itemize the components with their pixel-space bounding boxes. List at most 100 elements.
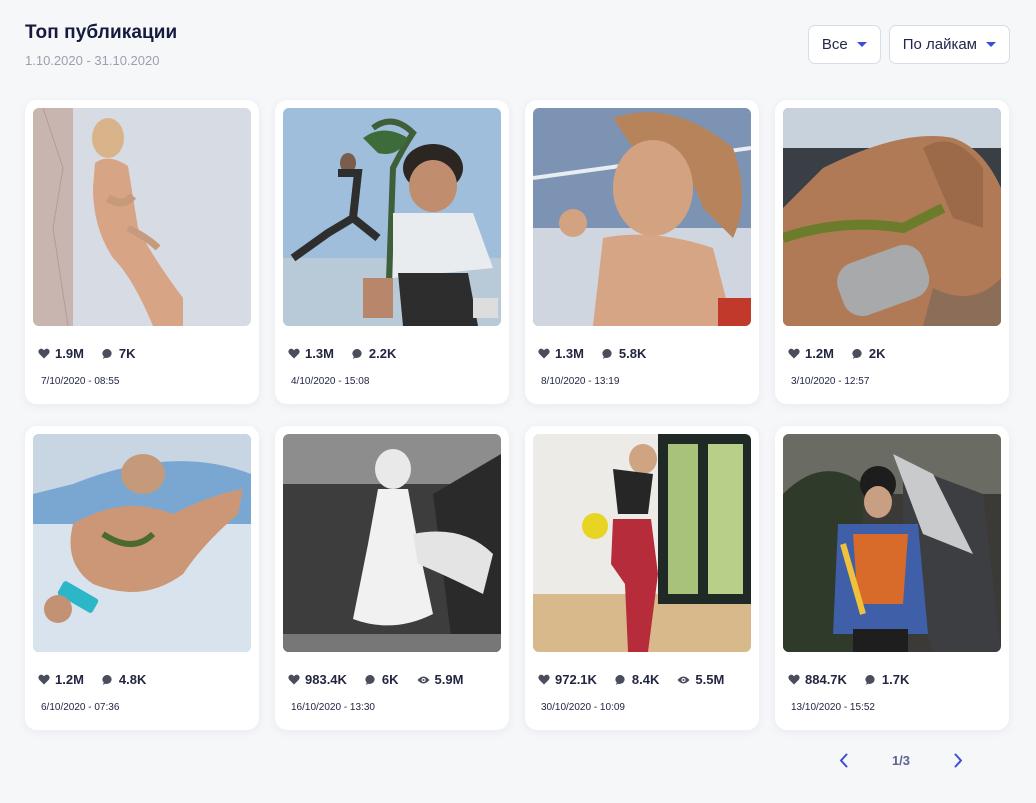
comments-count: 5.8K: [618, 346, 647, 361]
views-stat: 5.9M: [417, 672, 464, 687]
likes-count: 1.3M: [305, 346, 334, 361]
post-image: [533, 108, 751, 326]
comment-icon: [365, 674, 375, 685]
type-filter-label: Все: [821, 36, 848, 53]
filter-controls: Все По лайкам: [807, 25, 1010, 64]
post-image: [783, 434, 1001, 652]
heart-icon: [288, 348, 300, 359]
post-image: [283, 108, 501, 326]
likes-stat: 1.3M: [538, 346, 584, 361]
likes-count: 1.2M: [805, 346, 834, 361]
post-stats: 1.2M 2K: [783, 346, 1001, 361]
likes-stat: 884.7K: [788, 672, 847, 687]
post-image: [533, 434, 751, 652]
post-card[interactable]: 1.3M 2.2K 4/10/2020 - 15:08: [275, 100, 509, 404]
likes-stat: 1.2M: [38, 672, 84, 687]
views-count: 5.9M: [434, 672, 464, 687]
post-thumbnail[interactable]: [783, 434, 1001, 652]
post-card[interactable]: 1.2M 2K 3/10/2020 - 12:57: [775, 100, 1009, 404]
comments-stat: 6K: [365, 672, 399, 687]
prev-page-button[interactable]: [836, 752, 850, 768]
comment-icon: [602, 348, 612, 359]
pagination: 1/3: [836, 752, 966, 768]
comments-count: 6K: [381, 672, 399, 687]
heart-icon: [538, 348, 550, 359]
post-date: 16/10/2020 - 13:30: [291, 702, 375, 713]
post-stats: 972.1K 8.4K 5.5M: [533, 672, 751, 687]
comments-count: 2.2K: [368, 346, 397, 361]
page-indicator: 1/3: [891, 752, 911, 768]
caret-down-icon: [856, 42, 867, 47]
likes-count: 1.9M: [55, 346, 84, 361]
post-date: 6/10/2020 - 07:36: [41, 702, 120, 713]
post-stats: 983.4K 6K 5.9M: [283, 672, 501, 687]
post-card[interactable]: 1.2M 4.8K 6/10/2020 - 07:36: [25, 426, 259, 730]
post-stats: 1.3M 2.2K: [283, 346, 501, 361]
likes-stat: 1.9M: [38, 346, 84, 361]
caret-down-icon: [986, 42, 996, 47]
post-thumbnail[interactable]: [283, 434, 501, 652]
views-stat: 5.5M: [677, 672, 724, 687]
post-stats: 884.7K 1.7K: [783, 672, 1001, 687]
likes-count: 1.3M: [555, 346, 584, 361]
post-card[interactable]: 1.9M 7K 7/10/2020 - 08:55: [25, 100, 259, 404]
post-card[interactable]: 983.4K 6K 5.9M 16/10/2020 - 13:30: [275, 426, 509, 730]
post-thumbnail[interactable]: [783, 108, 1001, 326]
chevron-right-icon: [954, 753, 963, 767]
comments-stat: 4.8K: [102, 672, 146, 687]
comment-icon: [865, 674, 875, 685]
heart-icon: [288, 674, 300, 685]
heart-icon: [538, 674, 550, 685]
likes-stat: 972.1K: [538, 672, 597, 687]
comments-stat: 8.4K: [615, 672, 659, 687]
comment-icon: [352, 348, 362, 359]
likes-count: 972.1K: [555, 672, 597, 687]
likes-count: 983.4K: [305, 672, 347, 687]
post-image: [33, 108, 251, 326]
post-stats: 1.3M 5.8K: [533, 346, 751, 361]
post-thumbnail[interactable]: [33, 108, 251, 326]
sort-label: По лайкам: [902, 36, 977, 53]
post-image: [283, 434, 501, 652]
heart-icon: [788, 348, 800, 359]
type-filter-dropdown[interactable]: Все: [807, 25, 881, 64]
views-count: 5.5M: [695, 672, 725, 687]
comments-count: 2K: [868, 346, 886, 361]
post-date: 8/10/2020 - 13:19: [541, 376, 620, 387]
comment-icon: [102, 674, 112, 685]
next-page-button[interactable]: [952, 752, 966, 768]
eye-icon: [677, 676, 690, 683]
posts-grid: 1.9M 7K 7/10/2020 - 08:55 1.3M 2.2K 4/10…: [25, 100, 1009, 730]
heart-icon: [38, 674, 50, 685]
post-card[interactable]: 1.3M 5.8K 8/10/2020 - 13:19: [525, 100, 759, 404]
comments-count: 8.4K: [631, 672, 660, 687]
post-thumbnail[interactable]: [533, 434, 751, 652]
date-range: 1.10.2020 - 31.10.2020: [25, 53, 160, 68]
comments-stat: 5.8K: [602, 346, 646, 361]
post-date: 7/10/2020 - 08:55: [41, 376, 120, 387]
eye-icon: [417, 676, 430, 683]
likes-count: 884.7K: [805, 672, 847, 687]
post-date: 30/10/2020 - 10:09: [541, 702, 625, 713]
post-card[interactable]: 972.1K 8.4K 5.5M 30/10/2020 - 10:09: [525, 426, 759, 730]
comments-count: 7K: [118, 346, 136, 361]
post-thumbnail[interactable]: [283, 108, 501, 326]
post-thumbnail[interactable]: [533, 108, 751, 326]
page-title: Топ публикации: [25, 22, 178, 43]
post-image: [783, 108, 1001, 326]
comment-icon: [102, 348, 112, 359]
comment-icon: [615, 674, 625, 685]
sort-dropdown[interactable]: По лайкам: [888, 25, 1010, 64]
comments-count: 1.7K: [881, 672, 910, 687]
post-stats: 1.9M 7K: [33, 346, 251, 361]
post-date: 3/10/2020 - 12:57: [791, 376, 870, 387]
post-date: 4/10/2020 - 15:08: [291, 376, 370, 387]
comment-icon: [852, 348, 862, 359]
likes-stat: 1.2M: [788, 346, 834, 361]
comments-stat: 7K: [102, 346, 136, 361]
post-card[interactable]: 884.7K 1.7K 13/10/2020 - 15:52: [775, 426, 1009, 730]
likes-stat: 983.4K: [288, 672, 347, 687]
heart-icon: [38, 348, 50, 359]
post-thumbnail[interactable]: [33, 434, 251, 652]
post-stats: 1.2M 4.8K: [33, 672, 251, 687]
